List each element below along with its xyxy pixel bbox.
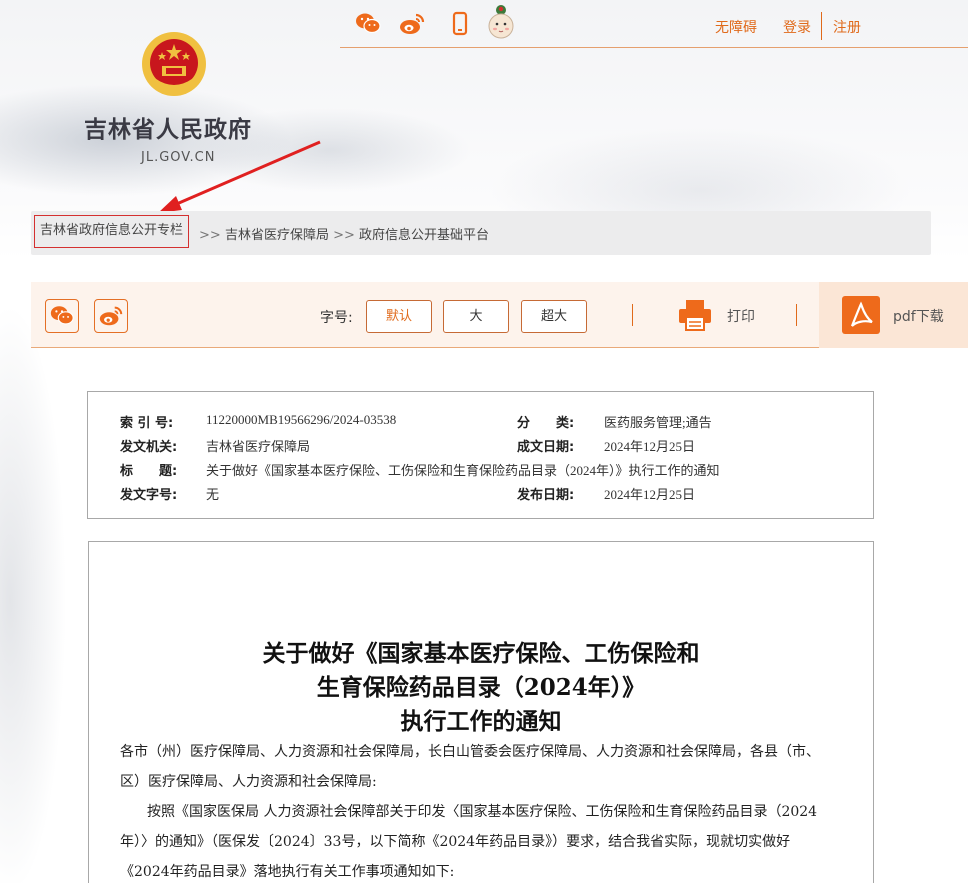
- mobile-icon[interactable]: [446, 10, 474, 38]
- paragraph-line: 按照《国家医保局 人力资源社会保障部关于印发〈国家基本医疗保险、工伤保险和生育保…: [147, 804, 818, 820]
- print-button[interactable]: 打印: [727, 306, 755, 326]
- meta-row: 发文机关: 吉林省医疗保障局 成文日期: 2024年12月25日: [88, 436, 873, 460]
- wechat-icon[interactable]: [354, 10, 382, 38]
- publish-date-label: 发布日期:: [517, 488, 575, 503]
- meta-row: 标 题: 关于做好《国家基本医疗保险、工伤保险和生育保险药品目录（2024年）》…: [88, 460, 873, 484]
- weibo-icon[interactable]: [398, 10, 426, 38]
- paragraph-line: 《2024年药品目录》落地执行有关工作事项通知如下:: [120, 864, 455, 880]
- login-link[interactable]: 登录: [783, 17, 811, 37]
- register-link[interactable]: 注册: [833, 17, 861, 37]
- paragraph-line: 年）〉的通知》（医保发〔2024〕33号，以下简称《2024年药品目录》）要求，…: [120, 834, 791, 850]
- pdf-download-label: pdf下载: [893, 309, 944, 325]
- pdf-download-button[interactable]: pdf下载: [819, 282, 968, 348]
- document-title-line: 关于做好《国家基本医疗保险、工伤保险和: [262, 640, 700, 667]
- top-divider: [821, 12, 822, 40]
- document-meta-table: 索 引 号: 11220000MB19566296/2024-03538 分 类…: [87, 391, 874, 519]
- written-date-value: 2024年12月25日: [604, 439, 696, 454]
- breadcrumb-item-platform[interactable]: 政府信息公开基础平台: [359, 228, 489, 243]
- meta-row: 索 引 号: 11220000MB19566296/2024-03538 分 类…: [88, 412, 873, 436]
- breadcrumb-highlight-box: 吉林省政府信息公开专栏: [34, 215, 190, 248]
- font-size-xlarge-button[interactable]: 超大: [521, 300, 587, 333]
- breadcrumb-item-medical-security[interactable]: 吉林省医疗保障局: [225, 228, 329, 243]
- national-emblem-logo: [140, 30, 208, 98]
- issuer-value: 吉林省医疗保障局: [206, 439, 311, 454]
- toolbar-divider: [632, 304, 633, 326]
- index-label: 索 引 号:: [120, 416, 174, 431]
- meta-row: 发文字号: 无 发布日期: 2024年12月25日: [88, 484, 873, 508]
- site-title[interactable]: 吉林省人民政府: [84, 110, 252, 144]
- breadcrumb-trail: >> 吉林省医疗保障局 >> 政府信息公开基础平台: [199, 224, 489, 243]
- accessibility-link[interactable]: 无障碍: [715, 17, 757, 37]
- toolbar-divider: [796, 304, 797, 326]
- top-bar: [340, 0, 968, 48]
- paragraph-line: 区）医疗保障局、人力资源和社会保障局:: [120, 774, 377, 790]
- issuer-label: 发文机关:: [120, 440, 178, 455]
- article-toolbar: 字号: 默认 大 超大 打印 pdf下载: [31, 282, 968, 348]
- font-size-label: 字号:: [320, 310, 353, 326]
- category-value: 医药服务管理;通告: [604, 415, 712, 430]
- annotation-arrow: [150, 140, 330, 220]
- category-label: 分 类:: [517, 416, 575, 431]
- paragraph-line: 各市（州）医疗保障局、人力资源和社会保障局，长白山管委会医疗保障局、人力资源和社…: [120, 744, 820, 760]
- title-value: 关于做好《国家基本医疗保险、工伤保险和生育保险药品目录（2024年）》执行工作的…: [206, 463, 720, 478]
- breadcrumb: 吉林省政府信息公开专栏 >> 吉林省医疗保障局 >> 政府信息公开基础平台: [31, 211, 931, 255]
- pdf-icon: [842, 296, 880, 334]
- weibo-icon: [99, 306, 123, 326]
- document-title-line: 生育保险药品目录（2024年）》: [316, 674, 646, 701]
- written-date-label: 成文日期:: [517, 440, 575, 455]
- breadcrumb-separator: >>: [199, 228, 221, 243]
- document-title-line: 执行工作的通知: [400, 708, 562, 735]
- doc-number-value: 无: [206, 487, 220, 502]
- doc-number-label: 发文字号:: [120, 488, 178, 503]
- publish-date-value: 2024年12月25日: [604, 487, 696, 502]
- font-size-default-button[interactable]: 默认: [366, 300, 432, 333]
- document-body: 关于做好《国家基本医疗保险、工伤保险和 生育保险药品目录（2024年）》 执行工…: [88, 541, 874, 883]
- index-value: 11220000MB19566296/2024-03538: [206, 412, 397, 427]
- mascot-icon[interactable]: [486, 2, 516, 42]
- printer-icon[interactable]: [677, 298, 713, 332]
- breadcrumb-separator: >>: [333, 228, 355, 243]
- breadcrumb-item-info-column[interactable]: 吉林省政府信息公开专栏: [40, 223, 183, 238]
- share-weibo-button[interactable]: [94, 299, 128, 333]
- wechat-icon: [50, 306, 74, 325]
- share-wechat-button[interactable]: [45, 299, 79, 333]
- title-label: 标 题:: [120, 464, 178, 479]
- font-size-large-button[interactable]: 大: [443, 300, 509, 333]
